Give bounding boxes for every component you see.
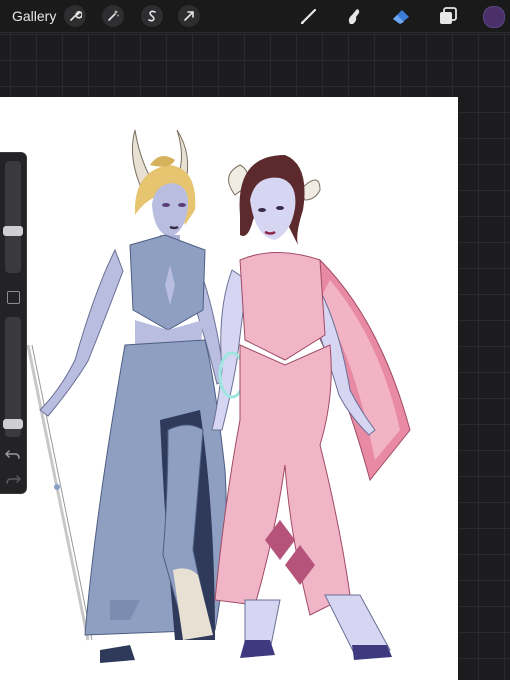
modify-square-icon[interactable] bbox=[7, 291, 20, 304]
eraser-icon bbox=[393, 10, 409, 24]
redo-icon[interactable] bbox=[5, 473, 21, 487]
magic-wand-icon bbox=[108, 10, 119, 21]
smudge-button[interactable] bbox=[342, 4, 366, 28]
brush-size-knob[interactable] bbox=[3, 226, 23, 236]
opacity-knob[interactable] bbox=[3, 419, 23, 429]
eraser-button[interactable] bbox=[389, 4, 413, 28]
layers-icon bbox=[440, 7, 457, 24]
gallery-button[interactable]: Gallery bbox=[12, 8, 56, 24]
selection-s-icon bbox=[148, 10, 156, 22]
brush-sidebar bbox=[0, 152, 27, 494]
wrench-icon bbox=[70, 11, 82, 21]
brush-icon bbox=[300, 8, 317, 25]
brush-button[interactable] bbox=[297, 4, 321, 28]
smudge-icon bbox=[348, 9, 360, 24]
transform-arrow-icon bbox=[184, 11, 194, 21]
brush-size-slider[interactable] bbox=[3, 161, 23, 273]
selection-button[interactable] bbox=[141, 5, 163, 27]
actions-wrench-button[interactable] bbox=[64, 5, 86, 27]
drawing-canvas[interactable] bbox=[0, 97, 458, 680]
opacity-slider[interactable] bbox=[3, 317, 23, 437]
transform-button[interactable] bbox=[178, 5, 200, 27]
adjustments-button[interactable] bbox=[102, 5, 124, 27]
top-toolbar: Gallery bbox=[0, 0, 510, 33]
layers-button[interactable] bbox=[436, 4, 460, 28]
color-picker-swatch[interactable] bbox=[483, 6, 505, 28]
undo-icon[interactable] bbox=[5, 448, 21, 462]
artwork-illustration bbox=[26, 129, 411, 663]
